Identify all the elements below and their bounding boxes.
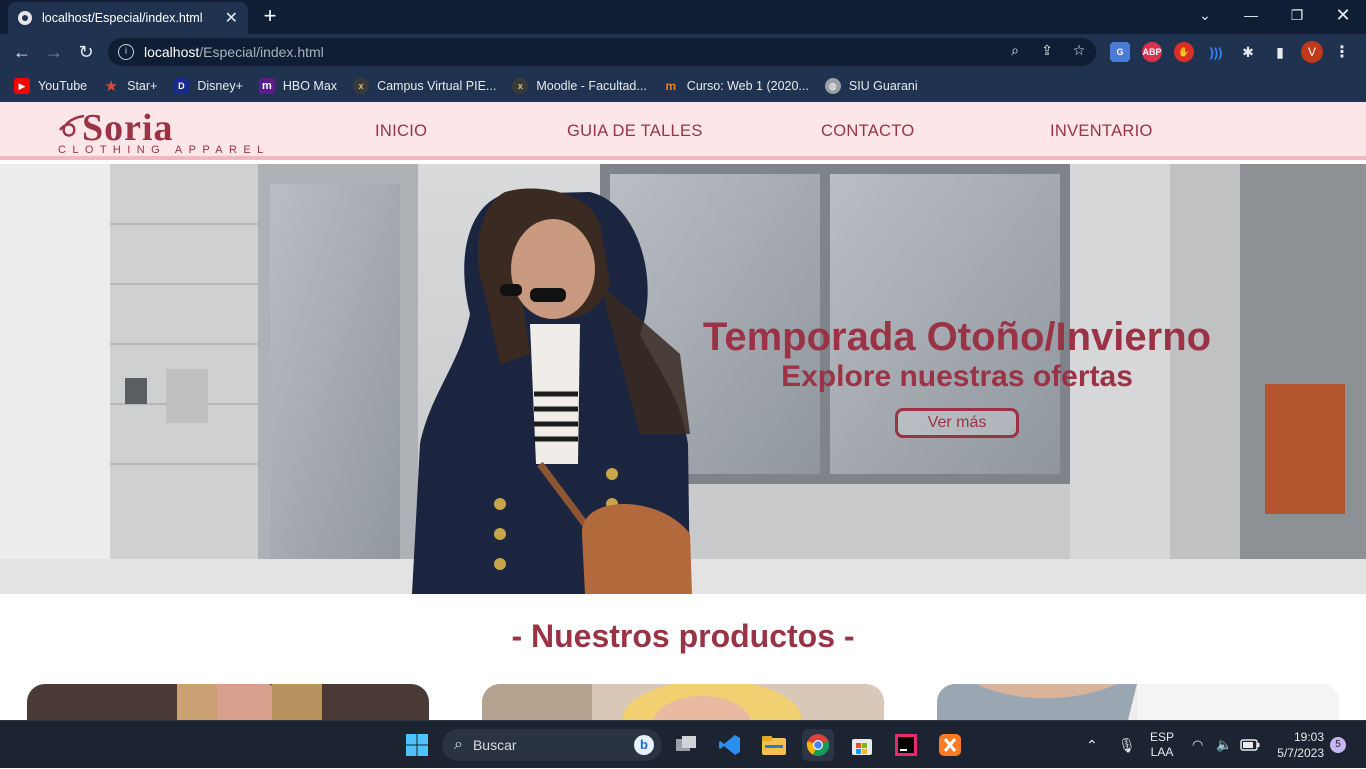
- bookmark-hbo-max[interactable]: m HBO Max: [258, 78, 338, 94]
- bookmark-label: Campus Virtual PIE...: [377, 79, 497, 93]
- clock[interactable]: 19:03 5/7/2023: [1272, 721, 1324, 769]
- clock-time: 19:03: [1293, 730, 1324, 744]
- xampp-icon[interactable]: [934, 729, 966, 761]
- zoom-search-icon[interactable]: ⌕: [1004, 42, 1026, 62]
- adblock-hand-icon[interactable]: ✋: [1174, 42, 1194, 62]
- hero-text-block: Temporada Otoño/Invierno Explore nuestra…: [700, 314, 1214, 438]
- restore-button[interactable]: ❐: [1274, 0, 1320, 30]
- translate-extension-icon[interactable]: G: [1110, 42, 1130, 62]
- keyboard-layout: LAA: [1150, 745, 1174, 759]
- forward-button[interactable]: →: [40, 38, 68, 66]
- nav-contacto[interactable]: CONTACTO: [821, 122, 914, 141]
- reload-button[interactable]: ↻: [72, 38, 100, 66]
- notification-badge[interactable]: 5: [1330, 721, 1346, 769]
- tab-title: localhost/Especial/index.html: [42, 11, 203, 25]
- bookmark-label: Disney+: [197, 79, 243, 93]
- youtube-icon: ▶: [14, 78, 30, 94]
- bookmark-moodle[interactable]: x Moodle - Facultad...: [512, 78, 647, 94]
- language-indicator[interactable]: ESP LAA: [1150, 721, 1174, 769]
- profile-avatar[interactable]: V: [1301, 41, 1323, 63]
- tab-search-chevron-icon[interactable]: ⌄: [1182, 0, 1228, 30]
- hero-title: Temporada Otoño/Invierno: [702, 315, 1212, 359]
- url-path: /Especial/index.html: [199, 44, 324, 60]
- new-tab-button[interactable]: +: [258, 4, 282, 28]
- moodle-icon: x: [512, 78, 529, 94]
- search-icon: ⌕: [454, 736, 463, 753]
- back-button[interactable]: ←: [8, 38, 36, 66]
- windows-start-icon[interactable]: [401, 729, 433, 761]
- wifi-icon[interactable]: ◠: [1192, 721, 1203, 769]
- language-code: ESP: [1150, 730, 1175, 744]
- hbo-icon: m: [258, 78, 275, 94]
- browser-tab[interactable]: localhost/Especial/index.html ✕: [8, 2, 248, 34]
- products-section-title: - Nuestros productos -: [511, 618, 855, 654]
- globe-icon: ◍: [824, 78, 841, 94]
- bookmark-campus-virtual[interactable]: x Campus Virtual PIE...: [353, 78, 496, 94]
- logo-subtitle: CLOTHING APPAREL: [58, 144, 270, 156]
- file-explorer-icon[interactable]: [758, 729, 790, 761]
- campus-icon: x: [353, 78, 370, 94]
- product-card[interactable]: [937, 684, 1339, 724]
- vscode-icon[interactable]: [714, 729, 746, 761]
- address-bar[interactable]: i localhost/Especial/index.html ⌕ ⇪ ☆: [108, 38, 1096, 66]
- bookmark-star-icon[interactable]: ☆: [1068, 42, 1090, 62]
- site-info-icon[interactable]: i: [118, 44, 134, 60]
- chrome-menu-icon[interactable]: ⋮: [1332, 42, 1352, 62]
- nav-inventario[interactable]: INVENTARIO: [1050, 122, 1153, 141]
- ver-mas-button[interactable]: Ver más: [895, 408, 1019, 438]
- minimize-button[interactable]: —: [1228, 0, 1274, 30]
- product-image: [482, 684, 884, 724]
- task-view-icon[interactable]: [670, 729, 702, 761]
- page-favicon-icon: [18, 11, 32, 25]
- chrome-icon[interactable]: [802, 729, 834, 761]
- close-tab-icon[interactable]: ✕: [225, 8, 238, 28]
- bookmark-label: Star+: [127, 79, 158, 93]
- disney-icon: D: [173, 78, 190, 94]
- extensions-puzzle-icon[interactable]: ✱: [1238, 42, 1258, 62]
- taskbar-search[interactable]: ⌕ Buscar b: [442, 729, 662, 761]
- intellij-icon[interactable]: [890, 729, 922, 761]
- bookmark-label: Curso: Web 1 (2020...: [686, 79, 809, 93]
- url-host: localhost: [144, 44, 200, 60]
- bookmark-label: YouTube: [38, 79, 88, 93]
- bookmarks-bar: ▶ YouTube ★ Star+ D Disney+ m HBO Max x Campu…: [0, 70, 1366, 102]
- nav-inicio[interactable]: INICIO: [375, 122, 427, 141]
- show-hidden-icons-chevron-icon[interactable]: ⌃: [1086, 721, 1098, 769]
- bookmark-siu-guarani[interactable]: ◍ SIU Guarani: [824, 78, 918, 94]
- moodle-orange-icon: m: [665, 79, 677, 93]
- clock-date: 5/7/2023: [1277, 746, 1324, 760]
- nav-guia-de-talles[interactable]: GUIA DE TALLES: [567, 122, 703, 141]
- search-placeholder: Buscar: [472, 737, 517, 753]
- bookmark-star-plus[interactable]: ★ Star+: [103, 78, 158, 95]
- bookmark-youtube[interactable]: ▶ YouTube: [14, 78, 87, 94]
- bing-icon: b: [634, 735, 654, 755]
- product-image: [27, 684, 429, 724]
- site-header: Soria CLOTHING APPAREL INICIO GUIA DE TA…: [0, 102, 1366, 160]
- adblock-plus-icon[interactable]: ABP: [1142, 42, 1162, 62]
- site-logo[interactable]: Soria CLOTHING APPAREL: [58, 106, 268, 158]
- browser-tab-strip: localhost/Especial/index.html ✕ + ⌄ — ❐ …: [0, 0, 1366, 34]
- microsoft-store-icon[interactable]: [846, 729, 878, 761]
- star-icon: ★: [104, 78, 118, 95]
- microphone-icon[interactable]: 🎙: [1118, 721, 1136, 769]
- hero-subtitle: Explore nuestras ofertas: [781, 360, 1133, 393]
- hero-banner: Temporada Otoño/Invierno Explore nuestra…: [0, 164, 1366, 594]
- notification-count: 5: [1330, 737, 1346, 753]
- windows-taskbar: ⌕ Buscar b ⌃ 🎙 ESP LAA ◠ 🔈 19:03 5/7/202…: [0, 720, 1366, 768]
- side-panel-icon[interactable]: ▮: [1270, 42, 1290, 62]
- bookmark-label: HBO Max: [282, 79, 338, 93]
- wifi-extension-icon[interactable]: ))): [1206, 42, 1226, 62]
- battery-icon[interactable]: [1240, 721, 1260, 769]
- share-icon[interactable]: ⇪: [1036, 42, 1058, 62]
- bookmark-label: SIU Guarani: [848, 79, 918, 93]
- bookmark-disney[interactable]: D Disney+: [173, 78, 243, 94]
- close-window-button[interactable]: ✕: [1320, 0, 1366, 30]
- bookmark-curso-web[interactable]: m Curso: Web 1 (2020...: [663, 78, 809, 94]
- browser-toolbar: ← → ↻ i localhost/Especial/index.html ⌕ …: [0, 34, 1366, 70]
- product-image: [937, 684, 1339, 724]
- product-card[interactable]: [482, 684, 884, 724]
- bookmark-label: Moodle - Facultad...: [536, 79, 647, 93]
- product-card[interactable]: [27, 684, 429, 724]
- volume-icon[interactable]: 🔈: [1216, 721, 1232, 769]
